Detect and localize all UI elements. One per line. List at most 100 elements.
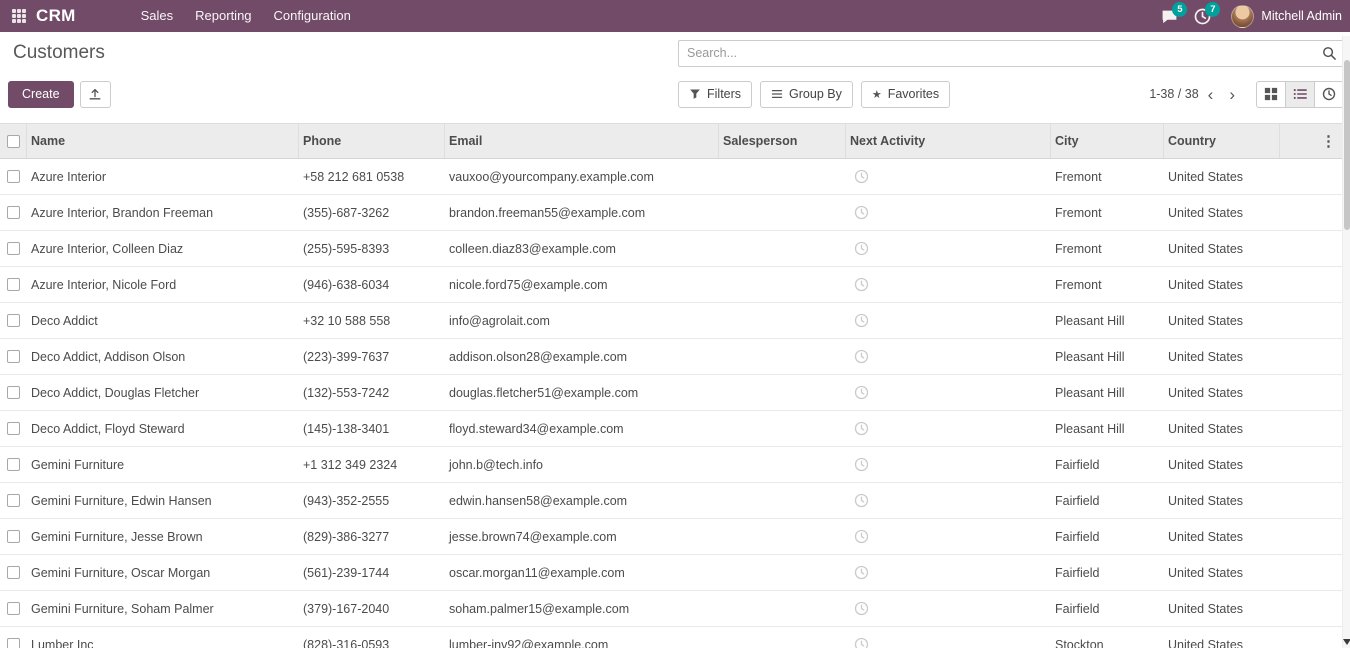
table-row[interactable]: Azure Interior, Colleen Diaz (255)-595-8… [0, 231, 1350, 267]
row-checkbox[interactable] [7, 314, 20, 327]
row-checkbox[interactable] [7, 206, 20, 219]
row-checkbox[interactable] [7, 386, 20, 399]
next-activity-clock-icon[interactable] [854, 169, 869, 184]
row-checkbox[interactable] [7, 350, 20, 363]
activities-button[interactable]: 7 [1194, 8, 1211, 25]
search-input[interactable] [679, 46, 1315, 60]
row-checkbox[interactable] [7, 242, 20, 255]
list-view-button[interactable] [1285, 81, 1315, 108]
table-row[interactable]: Azure Interior +58 212 681 0538 vauxoo@y… [0, 159, 1350, 195]
table-row[interactable]: Deco Addict, Floyd Steward (145)-138-340… [0, 411, 1350, 447]
next-activity-clock-icon[interactable] [854, 241, 869, 256]
pager-previous-button[interactable]: ‹ [1201, 86, 1221, 103]
vertical-scrollbar [1342, 36, 1350, 648]
next-activity-clock-icon[interactable] [854, 565, 869, 580]
customer-name-cell: Gemini Furniture, Oscar Morgan [27, 566, 299, 580]
customer-city-cell: Fairfield [1051, 602, 1164, 616]
customer-country-cell: United States [1164, 494, 1280, 508]
next-activity-cell [846, 493, 1051, 508]
next-activity-clock-icon[interactable] [854, 349, 869, 364]
top-menu: Sales Reporting Configuration [130, 0, 362, 32]
customer-name-cell: Azure Interior [27, 170, 299, 184]
row-checkbox[interactable] [7, 422, 20, 435]
select-all-checkbox[interactable] [7, 135, 20, 148]
group-by-button[interactable]: Group By [760, 81, 853, 108]
table-row[interactable]: Gemini Furniture, Oscar Morgan (561)-239… [0, 555, 1350, 591]
search-options: Filters Group By ★ Favorites 1-38 / 38 ‹… [678, 81, 1350, 108]
table-header: Name Phone Email Salesperson Next Activi… [0, 123, 1350, 159]
search-button[interactable] [1315, 41, 1343, 66]
next-activity-clock-icon[interactable] [854, 529, 869, 544]
table-row[interactable]: Lumber Inc (828)-316-0593 lumber-inv92@e… [0, 627, 1350, 648]
customer-name-cell: Gemini Furniture [27, 458, 299, 472]
row-checkbox[interactable] [7, 170, 20, 183]
favorites-button[interactable]: ★ Favorites [861, 81, 950, 108]
table-row[interactable]: Azure Interior, Nicole Ford (946)-638-60… [0, 267, 1350, 303]
column-header-city[interactable]: City [1051, 124, 1164, 158]
next-activity-clock-icon[interactable] [854, 637, 869, 648]
table-row[interactable]: Gemini Furniture, Soham Palmer (379)-167… [0, 591, 1350, 627]
header-filler: ⋮ [1280, 124, 1350, 158]
column-header-email[interactable]: Email [445, 124, 719, 158]
customer-city-cell: Pleasant Hill [1051, 350, 1164, 364]
export-icon [88, 87, 102, 101]
customer-name-cell: Azure Interior, Brandon Freeman [27, 206, 299, 220]
customer-email-cell: floyd.steward34@example.com [445, 422, 719, 436]
app-name[interactable]: CRM [36, 6, 76, 26]
next-activity-cell [846, 241, 1051, 256]
column-header-country[interactable]: Country [1164, 124, 1280, 158]
next-activity-clock-icon[interactable] [854, 313, 869, 328]
row-checkbox[interactable] [7, 638, 20, 648]
user-menu[interactable]: Mitchell Admin [1231, 5, 1342, 28]
column-header-name[interactable]: Name [27, 124, 299, 158]
customer-name-cell: Azure Interior, Nicole Ford [27, 278, 299, 292]
next-activity-clock-icon[interactable] [854, 385, 869, 400]
kanban-view-button[interactable] [1256, 81, 1286, 108]
column-header-phone[interactable]: Phone [299, 124, 445, 158]
next-activity-cell [846, 277, 1051, 292]
table-row[interactable]: Gemini Furniture, Jesse Brown (829)-386-… [0, 519, 1350, 555]
row-checkbox[interactable] [7, 602, 20, 615]
create-button[interactable]: Create [8, 81, 74, 108]
export-button[interactable] [80, 81, 111, 108]
menu-reporting[interactable]: Reporting [184, 0, 262, 32]
row-checkbox[interactable] [7, 530, 20, 543]
menu-sales[interactable]: Sales [130, 0, 185, 32]
next-activity-clock-icon[interactable] [854, 493, 869, 508]
column-header-salesperson[interactable]: Salesperson [719, 124, 846, 158]
next-activity-clock-icon[interactable] [854, 601, 869, 616]
next-activity-clock-icon[interactable] [854, 457, 869, 472]
column-header-next-activity[interactable]: Next Activity [846, 124, 1051, 158]
customer-phone-cell: (355)-687-3262 [299, 206, 445, 220]
menu-configuration[interactable]: Configuration [263, 0, 362, 32]
customer-country-cell: United States [1164, 602, 1280, 616]
table-row[interactable]: Deco Addict, Addison Olson (223)-399-763… [0, 339, 1350, 375]
table-row[interactable]: Gemini Furniture +1 312 349 2324 john.b@… [0, 447, 1350, 483]
optional-columns-icon[interactable]: ⋮ [1321, 134, 1336, 149]
table-row[interactable]: Deco Addict +32 10 588 558 info@agrolait… [0, 303, 1350, 339]
customer-name-cell: Gemini Furniture, Jesse Brown [27, 530, 299, 544]
table-row[interactable]: Deco Addict, Douglas Fletcher (132)-553-… [0, 375, 1350, 411]
activity-view-button[interactable] [1314, 81, 1344, 108]
customer-email-cell: lumber-inv92@example.com [445, 638, 719, 648]
customer-country-cell: United States [1164, 530, 1280, 544]
customer-city-cell: Fremont [1051, 242, 1164, 256]
row-checkbox-cell [0, 350, 27, 363]
next-activity-clock-icon[interactable] [854, 421, 869, 436]
row-checkbox[interactable] [7, 278, 20, 291]
row-checkbox[interactable] [7, 566, 20, 579]
row-checkbox[interactable] [7, 494, 20, 507]
table-row[interactable]: Azure Interior, Brandon Freeman (355)-68… [0, 195, 1350, 231]
next-activity-clock-icon[interactable] [854, 205, 869, 220]
next-activity-clock-icon[interactable] [854, 277, 869, 292]
scrollbar-down-arrow[interactable] [1343, 638, 1350, 646]
messages-button[interactable]: 5 [1161, 8, 1178, 25]
row-checkbox[interactable] [7, 458, 20, 471]
scrollbar-thumb[interactable] [1344, 60, 1350, 230]
table-row[interactable]: Gemini Furniture, Edwin Hansen (943)-352… [0, 483, 1350, 519]
customer-email-cell: oscar.morgan11@example.com [445, 566, 719, 580]
next-activity-cell [846, 169, 1051, 184]
filters-button[interactable]: Filters [678, 81, 752, 108]
apps-menu-icon[interactable] [12, 9, 26, 23]
pager-next-button[interactable]: › [1222, 86, 1242, 103]
